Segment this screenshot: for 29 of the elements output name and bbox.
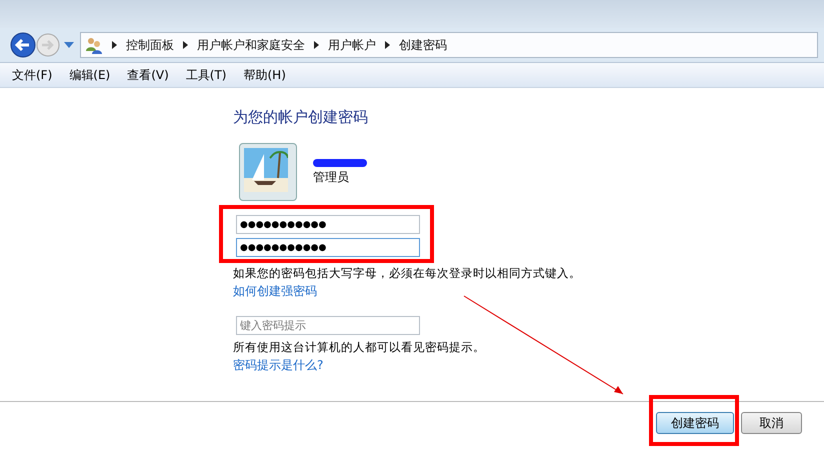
case-note: 如果您的密码包括大写字母，必须在每次登录时以相同方式键入。 bbox=[233, 266, 581, 281]
menu-item[interactable]: 文件(F) bbox=[12, 66, 52, 84]
cancel-button[interactable]: 取消 bbox=[741, 412, 802, 434]
breadcrumb-link[interactable]: 控制面板 bbox=[126, 36, 174, 54]
strong-password-link[interactable]: 如何创建强密码 bbox=[233, 283, 317, 300]
account-picture bbox=[239, 143, 297, 201]
page-title: 为您的帐户创建密码 bbox=[233, 108, 368, 127]
back-button[interactable] bbox=[10, 32, 36, 58]
password-field[interactable]: ●●●●●●●●●●● bbox=[236, 238, 420, 257]
breadcrumb-link[interactable]: 用户帐户 bbox=[328, 36, 376, 54]
chevron-icon bbox=[112, 41, 117, 49]
hint-link[interactable]: 密码提示是什么? bbox=[233, 357, 324, 374]
account-type: 管理员 bbox=[313, 169, 350, 186]
menu-item[interactable]: 工具(T) bbox=[186, 66, 226, 84]
password-field[interactable]: ●●●●●●●●●●● bbox=[236, 215, 420, 234]
hint-note: 所有使用这台计算机的人都可以看见密码提示。 bbox=[233, 340, 485, 355]
create-password-button[interactable]: 创建密码 bbox=[656, 412, 734, 434]
menu-item[interactable]: 查看(V) bbox=[127, 66, 169, 84]
chevron-icon bbox=[183, 41, 188, 49]
chevron-icon bbox=[385, 41, 390, 49]
hint-field[interactable]: 键入密码提示 bbox=[236, 316, 420, 335]
chevron-icon bbox=[314, 41, 319, 49]
users-icon bbox=[85, 36, 103, 54]
caret-icon[interactable] bbox=[64, 42, 74, 48]
menu-item[interactable]: 编辑(E) bbox=[69, 66, 110, 84]
breadcrumb-link[interactable]: 用户帐户和家庭安全 bbox=[197, 36, 305, 54]
address-bar[interactable]: 控制面板 用户帐户和家庭安全 用户帐户 创建密码 bbox=[80, 32, 818, 58]
menu-item[interactable]: 帮助(H) bbox=[244, 66, 286, 84]
breadcrumb-link[interactable]: 创建密码 bbox=[399, 36, 447, 54]
